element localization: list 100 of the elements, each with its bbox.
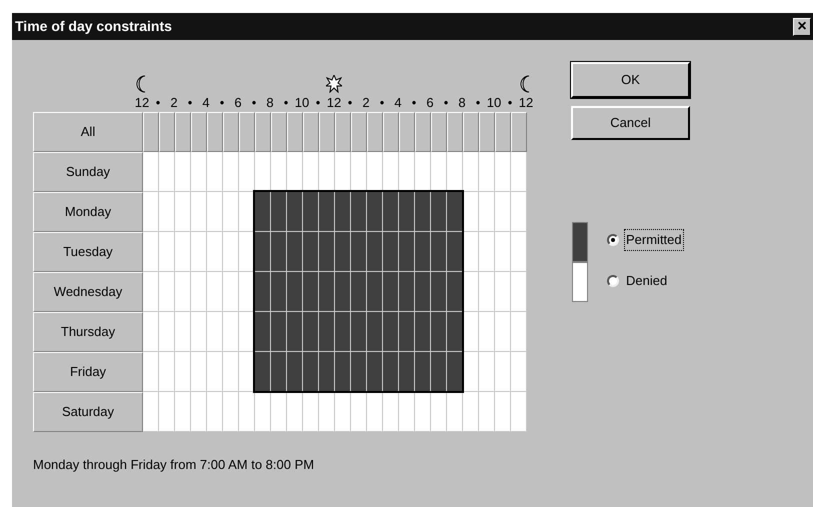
denied-hour-cell[interactable]: [143, 152, 159, 192]
permitted-hour-cell[interactable]: [303, 232, 319, 272]
denied-hour-cell[interactable]: [287, 392, 303, 432]
permitted-hour-cell[interactable]: [319, 192, 335, 232]
hour-column-button[interactable]: [383, 112, 399, 152]
denied-hour-cell[interactable]: [271, 152, 287, 192]
denied-hour-cell[interactable]: [271, 392, 287, 432]
hour-column-button[interactable]: [143, 112, 159, 152]
denied-hour-cell[interactable]: [511, 152, 527, 192]
permitted-hour-cell[interactable]: [271, 232, 287, 272]
permitted-hour-cell[interactable]: [335, 352, 351, 392]
permitted-hour-cell[interactable]: [351, 192, 367, 232]
permitted-hour-cell[interactable]: [319, 232, 335, 272]
denied-hour-cell[interactable]: [223, 272, 239, 312]
denied-hour-cell[interactable]: [191, 232, 207, 272]
hour-column-button[interactable]: [495, 112, 511, 152]
denied-hour-cell[interactable]: [495, 232, 511, 272]
denied-hour-cell[interactable]: [479, 232, 495, 272]
hour-column-button[interactable]: [159, 112, 175, 152]
denied-hour-cell[interactable]: [511, 392, 527, 432]
denied-hour-cell[interactable]: [383, 152, 399, 192]
denied-hour-cell[interactable]: [319, 152, 335, 192]
permitted-hour-cell[interactable]: [447, 232, 463, 272]
denied-hour-cell[interactable]: [239, 152, 255, 192]
denied-hour-cell[interactable]: [495, 352, 511, 392]
permitted-hour-cell[interactable]: [399, 192, 415, 232]
denied-hour-cell[interactable]: [143, 312, 159, 352]
hour-column-button[interactable]: [207, 112, 223, 152]
denied-hour-cell[interactable]: [159, 352, 175, 392]
denied-hour-cell[interactable]: [479, 352, 495, 392]
denied-hour-cell[interactable]: [207, 312, 223, 352]
denied-hour-cell[interactable]: [479, 192, 495, 232]
denied-hour-cell[interactable]: [207, 272, 223, 312]
permitted-hour-cell[interactable]: [271, 272, 287, 312]
permitted-hour-cell[interactable]: [367, 312, 383, 352]
denied-hour-cell[interactable]: [351, 392, 367, 432]
permitted-hour-cell[interactable]: [255, 352, 271, 392]
permitted-hour-cell[interactable]: [415, 232, 431, 272]
permitted-hour-cell[interactable]: [399, 352, 415, 392]
denied-hour-cell[interactable]: [479, 272, 495, 312]
denied-hour-cell[interactable]: [143, 192, 159, 232]
permitted-hour-cell[interactable]: [303, 192, 319, 232]
denied-hour-cell[interactable]: [495, 272, 511, 312]
permitted-hour-cell[interactable]: [271, 352, 287, 392]
denied-hour-cell[interactable]: [447, 392, 463, 432]
denied-hour-cell[interactable]: [159, 272, 175, 312]
permitted-hour-cell[interactable]: [335, 272, 351, 312]
permitted-hour-cell[interactable]: [447, 272, 463, 312]
denied-hour-cell[interactable]: [463, 312, 479, 352]
denied-hour-cell[interactable]: [431, 392, 447, 432]
permitted-hour-cell[interactable]: [367, 272, 383, 312]
denied-hour-cell[interactable]: [207, 152, 223, 192]
permitted-hour-cell[interactable]: [335, 312, 351, 352]
denied-hour-cell[interactable]: [511, 312, 527, 352]
denied-hour-cell[interactable]: [159, 392, 175, 432]
denied-hour-cell[interactable]: [191, 192, 207, 232]
hour-column-button[interactable]: [367, 112, 383, 152]
denied-hour-cell[interactable]: [191, 272, 207, 312]
hour-column-button[interactable]: [271, 112, 287, 152]
denied-hour-cell[interactable]: [463, 392, 479, 432]
hour-column-button[interactable]: [239, 112, 255, 152]
radio-button[interactable]: [607, 234, 619, 246]
denied-hour-cell[interactable]: [175, 152, 191, 192]
radio-label[interactable]: Denied: [625, 271, 668, 291]
denied-hour-cell[interactable]: [303, 152, 319, 192]
permitted-hour-cell[interactable]: [415, 192, 431, 232]
close-button[interactable]: ×: [793, 18, 811, 36]
denied-hour-cell[interactable]: [479, 152, 495, 192]
dialog-button[interactable]: OK: [571, 62, 690, 98]
denied-hour-cell[interactable]: [367, 392, 383, 432]
day-row-button[interactable]: Monday: [33, 192, 143, 232]
day-row-button[interactable]: Sunday: [33, 152, 143, 192]
denied-hour-cell[interactable]: [335, 392, 351, 432]
permitted-hour-cell[interactable]: [399, 232, 415, 272]
hour-column-button[interactable]: [511, 112, 527, 152]
denied-hour-cell[interactable]: [159, 152, 175, 192]
denied-hour-cell[interactable]: [191, 352, 207, 392]
denied-hour-cell[interactable]: [191, 312, 207, 352]
permitted-hour-cell[interactable]: [287, 272, 303, 312]
permitted-hour-cell[interactable]: [287, 192, 303, 232]
denied-hour-cell[interactable]: [207, 232, 223, 272]
permitted-hour-cell[interactable]: [431, 232, 447, 272]
denied-hour-cell[interactable]: [335, 152, 351, 192]
denied-hour-cell[interactable]: [511, 232, 527, 272]
permitted-hour-cell[interactable]: [255, 232, 271, 272]
denied-hour-cell[interactable]: [367, 152, 383, 192]
hour-column-button[interactable]: [351, 112, 367, 152]
permitted-hour-cell[interactable]: [319, 312, 335, 352]
permitted-hour-cell[interactable]: [447, 192, 463, 232]
hour-column-button[interactable]: [255, 112, 271, 152]
hour-column-button[interactable]: [415, 112, 431, 152]
denied-hour-cell[interactable]: [463, 232, 479, 272]
permitted-hour-cell[interactable]: [383, 272, 399, 312]
denied-hour-cell[interactable]: [175, 272, 191, 312]
hour-column-button[interactable]: [223, 112, 239, 152]
denied-hour-cell[interactable]: [319, 392, 335, 432]
denied-hour-cell[interactable]: [463, 152, 479, 192]
permitted-hour-cell[interactable]: [367, 192, 383, 232]
denied-hour-cell[interactable]: [159, 312, 175, 352]
denied-hour-cell[interactable]: [207, 352, 223, 392]
